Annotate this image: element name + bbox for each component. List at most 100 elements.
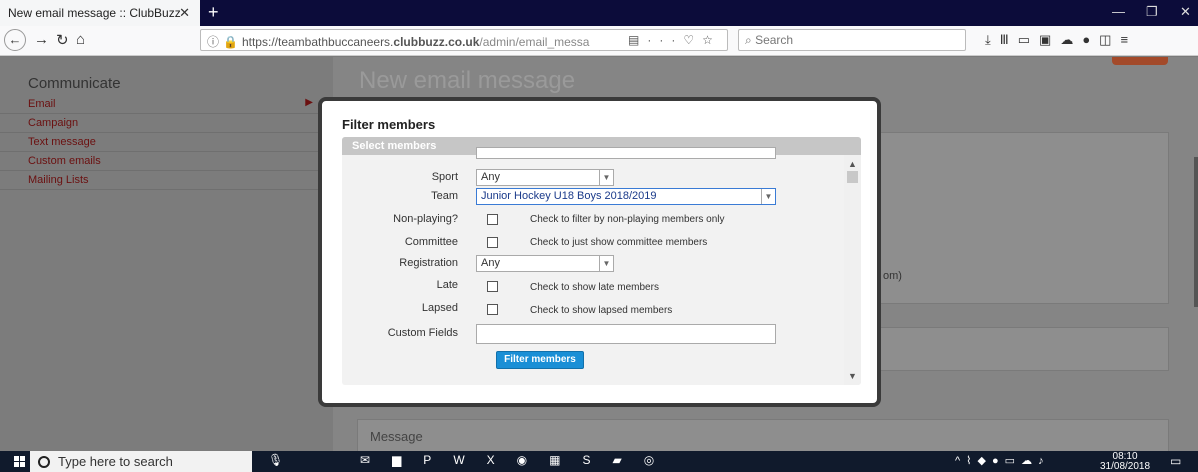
custom-fields-label: Custom Fields: [387, 327, 458, 339]
taskbar-clock[interactable]: 08:10 31/08/2018: [1100, 452, 1150, 472]
page-scrollbar[interactable]: [1194, 157, 1198, 307]
nonplaying-hint: Check to filter by non-playing members o…: [530, 214, 725, 225]
sidebar-toggle-icon[interactable]: ◫: [1099, 32, 1120, 47]
cortana-icon: [38, 456, 50, 468]
sidebar-item-custom-emails[interactable]: Custom emails: [0, 152, 333, 171]
dialog-title: Filter members: [342, 117, 436, 132]
windows-start-icon[interactable]: [14, 456, 26, 468]
network-icon[interactable]: ⌇: [966, 455, 977, 467]
sidebar: Communicate Email ▶ Campaign Text message…: [0, 57, 333, 451]
taskbar-search-placeholder: Type here to search: [58, 454, 173, 469]
microphone-icon[interactable]: 🎙: [268, 453, 283, 467]
chevron-down-icon: ▼: [599, 256, 613, 271]
info-icon[interactable]: ⓘ: [207, 35, 219, 49]
taskbar-search-input[interactable]: Type here to search: [30, 451, 252, 472]
sidebar-item-label: Text message: [28, 136, 96, 148]
select-members-panel: Select members Sport Any ▼ Team Junior H…: [342, 137, 861, 385]
close-tab-icon[interactable]: ✕: [179, 5, 190, 21]
firefox-icon[interactable]: ◉: [517, 453, 549, 467]
sidebar-item-campaign[interactable]: Campaign: [0, 114, 333, 133]
browser-tab[interactable]: New email message :: ClubBuzz ✕: [0, 0, 200, 26]
registration-value: Any: [481, 257, 500, 269]
publisher-icon[interactable]: P: [423, 453, 453, 467]
url-bar-actions: ▤···♡☆: [628, 33, 721, 47]
forward-icon[interactable]: →: [34, 31, 49, 48]
cloud-icon[interactable]: ☁: [1021, 455, 1038, 467]
scroll-down-icon[interactable]: ▼: [848, 371, 857, 381]
excel-icon[interactable]: X: [487, 453, 517, 467]
skype-icon[interactable]: S: [582, 453, 612, 467]
team-select[interactable]: Junior Hockey U18 Boys 2018/2019 ▼: [476, 188, 776, 205]
previous-field[interactable]: [476, 147, 776, 159]
word-icon[interactable]: W: [453, 453, 486, 467]
lapsed-label: Lapsed: [421, 302, 458, 314]
sidebar-item-mailing-lists[interactable]: Mailing Lists: [0, 171, 333, 190]
form-scrollbar[interactable]: ▲ ▼: [844, 155, 861, 385]
downloads-icon[interactable]: ⤓: [985, 32, 1000, 47]
committee-checkbox[interactable]: [487, 237, 498, 248]
top-action-button[interactable]: [1112, 57, 1168, 65]
file-explorer-icon[interactable]: ▆: [392, 453, 423, 467]
browser-toolbar: ← → ↻ ⌂ ⓘ 🔒 https://teambathbuccaneers.clu…: [0, 26, 1198, 56]
back-icon[interactable]: ←: [4, 29, 26, 51]
browser-tab-bar: New email message :: ClubBuzz ✕ + — ❐ ✕: [0, 0, 1198, 26]
reader-view-icon[interactable]: ▤: [628, 33, 647, 47]
new-tab-button[interactable]: +: [208, 2, 219, 23]
calculator-icon[interactable]: ▦: [549, 453, 582, 467]
sidebar-item-email[interactable]: Email ▶: [0, 95, 333, 114]
screenshot-icon[interactable]: ▭: [1018, 32, 1039, 47]
late-checkbox[interactable]: [487, 281, 498, 292]
search-icon: ⌕: [745, 33, 752, 47]
scroll-up-icon[interactable]: ▲: [848, 159, 857, 169]
reload-icon[interactable]: ↻: [56, 31, 69, 49]
restore-icon[interactable]: ❐: [1146, 4, 1158, 20]
close-window-icon[interactable]: ✕: [1180, 4, 1191, 20]
background-partial-text: om): [883, 270, 902, 282]
notifications-icon[interactable]: ▭: [1170, 454, 1181, 468]
search-placeholder: Search: [755, 33, 794, 47]
app-icon[interactable]: ▰: [613, 453, 644, 467]
tray-app-icon[interactable]: ◆: [978, 455, 992, 467]
library-icon[interactable]: Ⅲ: [1000, 32, 1018, 47]
url-domain: clubbuzz.co.uk: [393, 35, 480, 49]
adblock-icon[interactable]: ●: [1082, 32, 1099, 47]
home-icon[interactable]: ⌂: [76, 31, 85, 48]
search-input[interactable]: ⌕ Search: [738, 29, 966, 51]
menu-icon[interactable]: ≡: [1120, 32, 1137, 47]
filter-members-button[interactable]: Filter members: [496, 351, 584, 369]
url-host: https://teambathbuccaneers.: [241, 35, 394, 49]
committee-hint: Check to just show committee members: [530, 237, 708, 248]
clock-date: 31/08/2018: [1100, 461, 1151, 472]
lapsed-checkbox[interactable]: [487, 304, 498, 315]
cloud-icon[interactable]: ☁: [1060, 32, 1082, 47]
minimize-icon[interactable]: —: [1112, 4, 1125, 19]
custom-fields-input[interactable]: [476, 324, 776, 344]
sport-value: Any: [481, 171, 500, 183]
tray-app-icon[interactable]: ●: [992, 455, 1005, 467]
message-panel: [357, 419, 1169, 451]
battery-icon[interactable]: ▭: [1005, 455, 1021, 467]
tab-title: New email message :: ClubBuzz: [8, 6, 181, 20]
bookmark-star-icon[interactable]: ☆: [702, 33, 721, 47]
pocket-icon[interactable]: ♡: [683, 33, 702, 47]
sidebar-item-text-message[interactable]: Text message: [0, 133, 333, 152]
nonplaying-checkbox[interactable]: [487, 214, 498, 225]
windows-taskbar: Type here to search 🎙 ✉▆PWX◉▦S▰◎ ^⌇◆●▭☁♪…: [0, 451, 1198, 472]
extension-icon[interactable]: ▣: [1039, 32, 1060, 47]
page-actions-icon[interactable]: ···: [647, 33, 683, 47]
scroll-thumb[interactable]: [847, 171, 858, 183]
registration-select[interactable]: Any ▼: [476, 255, 614, 272]
outlook-icon[interactable]: ✉: [360, 453, 392, 467]
sidebar-title: Communicate: [28, 75, 121, 92]
volume-icon[interactable]: ♪: [1038, 455, 1050, 467]
camera-icon[interactable]: ◎: [644, 453, 676, 467]
sidebar-item-label: Mailing Lists: [28, 174, 89, 186]
sidebar-item-label: Custom emails: [28, 155, 101, 167]
tray-chevron-icon[interactable]: ^: [955, 455, 966, 467]
sport-label: Sport: [431, 171, 458, 183]
sport-select[interactable]: Any ▼: [476, 169, 614, 186]
sidebar-menu: Email ▶ Campaign Text message Custom emai…: [0, 95, 333, 190]
lock-icon: 🔒: [223, 35, 238, 49]
nonplaying-label: Non-playing?: [393, 213, 458, 225]
chevron-down-icon: ▼: [599, 170, 613, 185]
